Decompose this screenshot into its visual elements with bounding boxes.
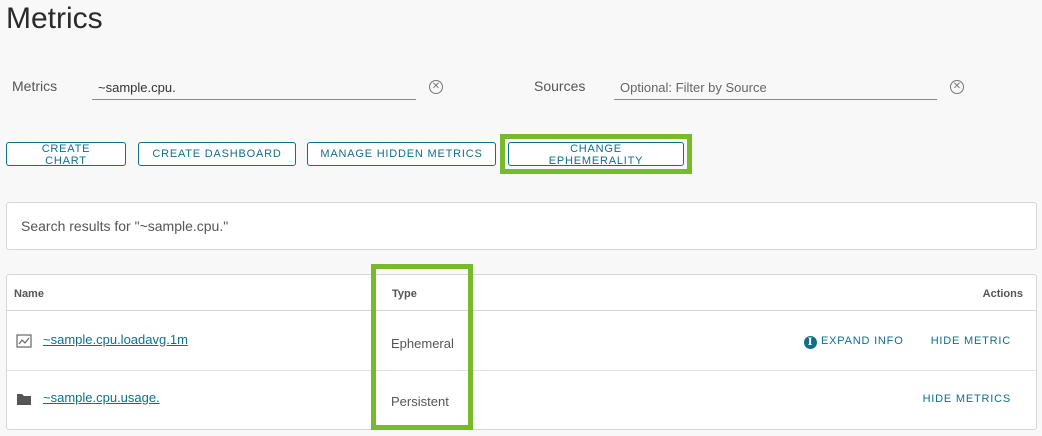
column-header-actions: Actions xyxy=(982,288,1023,300)
metrics-filter-label: Metrics xyxy=(12,78,58,94)
metric-type: Persistent xyxy=(391,394,449,409)
metric-type: Ephemeral xyxy=(391,336,454,351)
manage-hidden-metrics-button[interactable]: MANAGE HIDDEN METRICS xyxy=(307,142,496,166)
sources-filter-input[interactable] xyxy=(614,76,937,100)
folder-icon xyxy=(17,394,31,405)
page-title: Metrics xyxy=(6,2,103,35)
table-row: ~sample.cpu.loadavg.1m Ephemeral i EXPAND… xyxy=(7,311,1036,371)
create-dashboard-button[interactable]: CREATE DASHBOARD xyxy=(138,142,296,166)
hide-metrics-button[interactable]: HIDE METRICS xyxy=(923,393,1011,405)
clear-metrics-icon[interactable]: ✕ xyxy=(429,80,443,94)
metric-name-link[interactable]: ~sample.cpu.usage. xyxy=(43,390,160,405)
expand-info-button[interactable]: i EXPAND INFO xyxy=(804,335,904,349)
table-header: Name Type Actions xyxy=(7,275,1036,311)
metric-name-link[interactable]: ~sample.cpu.loadavg.1m xyxy=(43,332,188,347)
clear-sources-icon[interactable]: ✕ xyxy=(950,80,964,94)
search-results-banner: Search results for "~sample.cpu." xyxy=(6,202,1037,250)
hide-metric-button[interactable]: HIDE METRIC xyxy=(931,335,1011,347)
sources-filter-label: Sources xyxy=(534,78,586,94)
metrics-table: Name Type Actions ~sample.cpu.loadavg.1m… xyxy=(6,274,1037,430)
search-results-text: Search results for "~sample.cpu." xyxy=(21,218,229,234)
expand-info-label: EXPAND INFO xyxy=(821,335,904,347)
column-header-type: Type xyxy=(392,288,417,300)
metrics-filter-input[interactable] xyxy=(92,76,416,100)
column-header-name: Name xyxy=(14,288,44,300)
table-row: ~sample.cpu.usage. Persistent HIDE METRI… xyxy=(7,371,1036,429)
change-ephemerality-button[interactable]: CHANGE EPHEMERALITY xyxy=(508,142,684,167)
create-chart-button[interactable]: CREATE CHART xyxy=(6,142,126,167)
info-icon: i xyxy=(804,336,817,349)
line-chart-icon xyxy=(16,334,32,348)
